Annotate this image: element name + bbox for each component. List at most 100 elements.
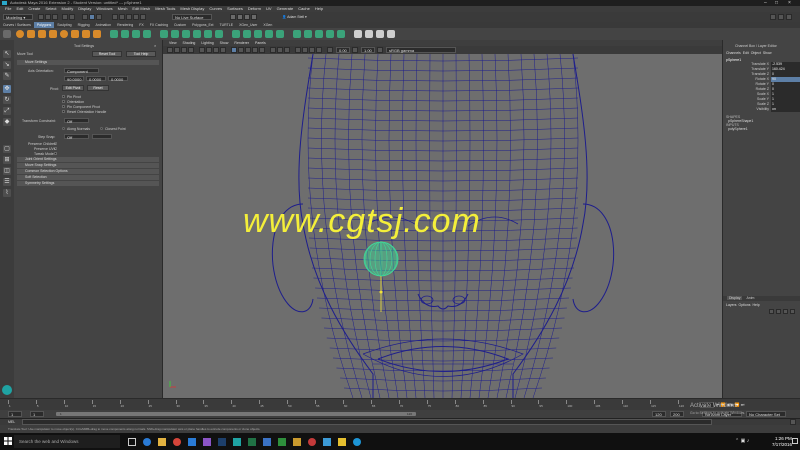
channel-row[interactable]: Visibility on xyxy=(723,107,800,112)
textured-icon[interactable] xyxy=(245,47,251,53)
reset-pivot-button[interactable]: Reset xyxy=(87,85,109,91)
poly-sphere-icon[interactable] xyxy=(16,30,24,38)
poly-disc-icon[interactable] xyxy=(82,30,90,38)
four-view-icon[interactable]: ⊞ xyxy=(3,156,11,164)
camera-select-icon[interactable] xyxy=(167,47,173,53)
edge-icon[interactable] xyxy=(143,438,151,446)
go-to-end-icon[interactable]: ⏭ xyxy=(741,402,746,407)
depth-of-field-icon[interactable] xyxy=(316,47,322,53)
edit-menu[interactable]: Edit xyxy=(743,51,749,55)
command-language-label[interactable]: MEL xyxy=(8,420,15,424)
step-snap-dropdown[interactable]: Off xyxy=(64,134,89,140)
pin-pivot-checkbox[interactable] xyxy=(62,95,65,98)
explorer-icon[interactable] xyxy=(158,438,166,446)
shelf-settings-icon[interactable] xyxy=(3,30,11,38)
make-live-icon[interactable] xyxy=(140,14,146,20)
fill-hole-icon[interactable] xyxy=(215,30,223,38)
resolution-gate-icon[interactable] xyxy=(213,47,219,53)
network-icon[interactable]: ▣ xyxy=(741,438,746,444)
delete-history-icon[interactable] xyxy=(376,30,384,38)
clock-time[interactable]: 1:26 PM xyxy=(775,436,792,441)
undo-icon[interactable] xyxy=(62,14,68,20)
exposure-field[interactable]: 0.00 xyxy=(336,47,350,53)
mail-icon[interactable] xyxy=(263,438,271,446)
mirror-icon[interactable] xyxy=(304,30,312,38)
tool-help-button[interactable]: Tool Help xyxy=(126,51,156,57)
range-bar[interactable]: 1 120 xyxy=(56,412,416,416)
snap-curve-icon[interactable] xyxy=(119,14,125,20)
lasso-tool-icon[interactable]: ↘ xyxy=(3,61,11,69)
closest-point-radio[interactable] xyxy=(100,127,103,130)
extrude-icon[interactable] xyxy=(160,30,168,38)
poly-torus-icon[interactable] xyxy=(60,30,68,38)
mode-selector[interactable]: Modeling ▾ xyxy=(3,14,33,20)
tab-display[interactable]: Display xyxy=(727,296,743,300)
edit-pivot-button[interactable]: Edit Pivot xyxy=(62,85,84,91)
ipr-render-icon[interactable] xyxy=(237,14,243,20)
orientation-checkbox[interactable] xyxy=(62,100,65,103)
poly-cube-icon[interactable] xyxy=(27,30,35,38)
select-hierarchy-icon[interactable] xyxy=(82,14,88,20)
colorspace-dropdown[interactable]: sRGB gamma xyxy=(386,47,456,53)
scale-tool-icon[interactable]: ⤢ xyxy=(3,107,11,115)
user-menu[interactable]: 👤 Adam Stell ▾ xyxy=(282,15,307,19)
new-layer-selected-icon[interactable] xyxy=(776,309,781,314)
layout-icon[interactable] xyxy=(778,14,784,20)
live-surface-field[interactable]: No Live Surface xyxy=(172,14,212,20)
sculpt-tool-icon[interactable] xyxy=(293,30,301,38)
smooth-shade-icon[interactable] xyxy=(238,47,244,53)
store-icon[interactable] xyxy=(188,438,196,446)
relax-icon[interactable] xyxy=(326,30,334,38)
auto-map-icon[interactable] xyxy=(276,30,284,38)
outliner-view-icon[interactable]: ☰ xyxy=(3,178,11,186)
last-tool-icon[interactable]: ◆ xyxy=(3,118,11,126)
maya-home-icon[interactable] xyxy=(2,385,12,395)
notification-icon[interactable] xyxy=(792,438,798,444)
along-normals-radio[interactable] xyxy=(62,127,65,130)
pin-component-pivot-checkbox[interactable] xyxy=(62,105,65,108)
grid-toggle-icon[interactable] xyxy=(199,47,205,53)
redo-icon[interactable] xyxy=(69,14,75,20)
tweak-mode-checkbox[interactable] xyxy=(54,152,57,155)
character-set-dropdown[interactable]: No Character Set xyxy=(746,411,786,417)
end-time-field[interactable]: 200 xyxy=(670,411,684,417)
notes-icon[interactable] xyxy=(338,438,346,446)
axis-orientation-dropdown[interactable]: Component xyxy=(64,68,99,74)
symmetry-section[interactable]: Symmetry Settings xyxy=(17,181,159,186)
soft-mod-icon[interactable] xyxy=(315,30,323,38)
joint-orient-section[interactable]: Joint Orient Settings xyxy=(17,157,159,162)
platonic-icon[interactable] xyxy=(93,30,101,38)
camera-attributes-icon[interactable] xyxy=(174,47,180,53)
volume-icon[interactable]: ♪ xyxy=(747,438,750,444)
start-time-field[interactable]: 1 xyxy=(8,411,22,417)
reverse-normals-icon[interactable] xyxy=(387,30,395,38)
bridge-icon[interactable] xyxy=(171,30,179,38)
up-arrow-icon[interactable]: ⌃ xyxy=(735,438,739,444)
lights-icon[interactable] xyxy=(252,47,258,53)
settings-icon[interactable] xyxy=(770,14,776,20)
film-gate-icon[interactable] xyxy=(206,47,212,53)
playback-start-field[interactable]: 1 xyxy=(30,411,44,417)
bevel-icon[interactable] xyxy=(182,30,190,38)
boolean-icon[interactable] xyxy=(143,30,151,38)
render-icon[interactable] xyxy=(230,14,236,20)
poly-cone-icon[interactable] xyxy=(49,30,57,38)
freeze-transforms-icon[interactable] xyxy=(365,30,373,38)
snap-view-plane-icon[interactable] xyxy=(133,14,139,20)
layer-down-icon[interactable] xyxy=(790,309,795,314)
orient-z-field[interactable]: 0.0000 xyxy=(108,76,128,82)
folder-icon[interactable] xyxy=(293,438,301,446)
gamma-icon[interactable] xyxy=(352,47,358,53)
gate-mask-icon[interactable] xyxy=(220,47,226,53)
channels-menu[interactable]: Channels xyxy=(726,51,741,55)
render-settings-icon[interactable] xyxy=(244,14,250,20)
poly-plane-icon[interactable] xyxy=(71,30,79,38)
step-snap-value-field[interactable] xyxy=(92,134,112,139)
new-scene-icon[interactable] xyxy=(38,14,44,20)
skype-icon[interactable] xyxy=(353,438,361,446)
task-view-icon[interactable] xyxy=(128,438,136,446)
image-plane-icon[interactable] xyxy=(188,47,194,53)
quad-draw-icon[interactable] xyxy=(337,30,345,38)
orient-x-field[interactable]: 90.0000 xyxy=(64,76,84,82)
smooth-icon[interactable] xyxy=(132,30,140,38)
